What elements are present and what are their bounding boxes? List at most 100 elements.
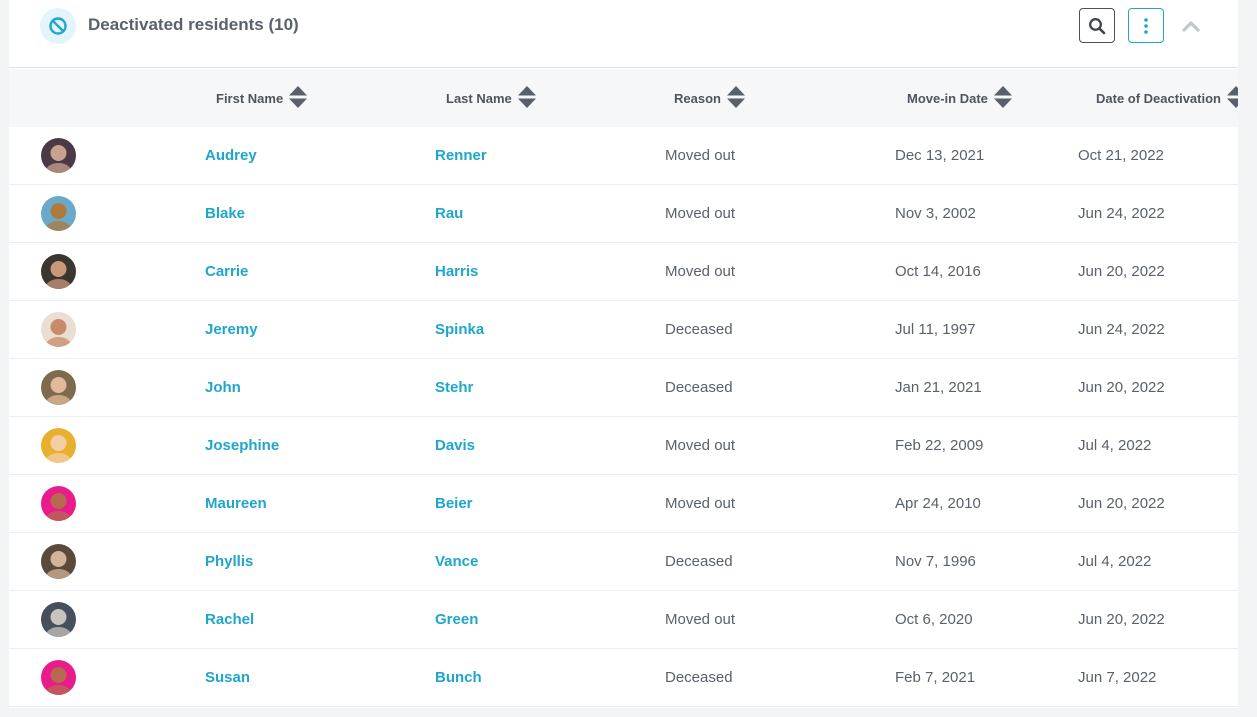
- last-name-link[interactable]: Renner: [435, 147, 487, 164]
- deactivation-date-cell: Jul 4, 2022: [1078, 553, 1152, 570]
- last-name-cell: Rau: [435, 185, 463, 242]
- last-name-cell: Spinka: [435, 301, 484, 358]
- move-in-date-cell: Oct 6, 2020: [895, 611, 973, 628]
- move-in-date-cell: Oct 14, 2016: [895, 263, 981, 280]
- collapse-button[interactable]: [1179, 15, 1203, 37]
- table-row[interactable]: Rachel Green Moved out Oct 6, 2020 Jun 2…: [9, 591, 1238, 649]
- first-name-cell: Carrie: [205, 243, 248, 300]
- table-row[interactable]: Susan Bunch Deceased Feb 7, 2021 Jun 7, …: [9, 649, 1238, 707]
- first-name-link[interactable]: Phyllis: [205, 553, 253, 570]
- first-name-link[interactable]: Jeremy: [205, 321, 258, 338]
- first-name-link[interactable]: Audrey: [205, 147, 257, 164]
- column-header-first-name[interactable]: First Name: [216, 69, 308, 127]
- avatar-cell: [41, 649, 76, 706]
- reason-cell: Moved out: [665, 205, 736, 222]
- avatar[interactable]: [41, 196, 76, 231]
- avatar[interactable]: [41, 660, 76, 695]
- table-row[interactable]: Phyllis Vance Deceased Nov 7, 1996 Jul 4…: [9, 533, 1238, 591]
- avatar[interactable]: [41, 138, 76, 173]
- last-name-link[interactable]: Green: [435, 611, 478, 628]
- sort-icon: [517, 85, 536, 112]
- first-name-link[interactable]: Carrie: [205, 263, 248, 280]
- chevron-up-icon: [1181, 19, 1201, 33]
- table-row[interactable]: Maureen Beier Moved out Apr 24, 2010 Jun…: [9, 475, 1238, 533]
- avatar[interactable]: [41, 486, 76, 521]
- last-name-link[interactable]: Bunch: [435, 669, 482, 686]
- reason-cell: Deceased: [665, 553, 733, 570]
- kebab-menu-icon: [1143, 17, 1149, 35]
- deactivation-date-cell: Jul 4, 2022: [1078, 437, 1152, 454]
- avatar-cell: [41, 243, 76, 300]
- column-header-last-name[interactable]: Last Name: [446, 69, 536, 127]
- move-in-date-cell: Jan 21, 2021: [895, 379, 982, 396]
- column-header-move-in-date[interactable]: Move-in Date: [907, 69, 1012, 127]
- sort-icon: [289, 85, 308, 112]
- reason-cell: Moved out: [665, 147, 736, 164]
- deactivation-date-cell: Jun 24, 2022: [1078, 321, 1165, 338]
- first-name-cell: Susan: [205, 649, 250, 706]
- first-name-link[interactable]: Josephine: [205, 437, 279, 454]
- panel-title: Deactivated residents (10): [88, 15, 299, 34]
- reason-cell: Moved out: [665, 611, 736, 628]
- ban-icon: [40, 8, 76, 44]
- last-name-cell: Vance: [435, 533, 478, 590]
- deactivated-residents-panel: Deactivated residents (10) First Name La…: [9, 0, 1238, 708]
- avatar[interactable]: [41, 254, 76, 289]
- table-row[interactable]: Blake Rau Moved out Nov 3, 2002 Jun 24, …: [9, 185, 1238, 243]
- last-name-link[interactable]: Beier: [435, 495, 473, 512]
- last-name-link[interactable]: Rau: [435, 205, 463, 222]
- last-name-cell: Harris: [435, 243, 478, 300]
- column-header-date-of-deactivation[interactable]: Date of Deactivation: [1096, 69, 1238, 127]
- avatar-cell: [41, 475, 76, 532]
- avatar-cell: [41, 301, 76, 358]
- deactivation-date-cell: Jun 20, 2022: [1078, 495, 1165, 512]
- first-name-cell: Phyllis: [205, 533, 253, 590]
- avatar-cell: [41, 359, 76, 416]
- move-in-date-cell: Feb 7, 2021: [895, 669, 976, 686]
- search-button[interactable]: [1079, 8, 1115, 43]
- last-name-cell: Stehr: [435, 359, 473, 416]
- avatar[interactable]: [41, 428, 76, 463]
- first-name-link[interactable]: Maureen: [205, 495, 267, 512]
- deactivation-date-cell: Oct 21, 2022: [1078, 147, 1164, 164]
- table-row[interactable]: Josephine Davis Moved out Feb 22, 2009 J…: [9, 417, 1238, 475]
- reason-cell: Deceased: [665, 379, 733, 396]
- last-name-link[interactable]: Spinka: [435, 321, 484, 338]
- table-row[interactable]: Audrey Renner Moved out Dec 13, 2021 Oct…: [9, 127, 1238, 185]
- table-row[interactable]: John Stehr Deceased Jan 21, 2021 Jun 20,…: [9, 359, 1238, 417]
- first-name-link[interactable]: John: [205, 379, 241, 396]
- avatar[interactable]: [41, 544, 76, 579]
- last-name-cell: Davis: [435, 417, 475, 474]
- move-in-date-cell: Apr 24, 2010: [895, 495, 981, 512]
- avatar[interactable]: [41, 370, 76, 405]
- table-header: First Name Last Name Reason Move-in Date…: [9, 69, 1238, 127]
- avatar[interactable]: [41, 312, 76, 347]
- move-in-date-cell: Dec 13, 2021: [895, 147, 985, 164]
- deactivation-date-cell: Jun 20, 2022: [1078, 379, 1165, 396]
- deactivation-date-cell: Jun 24, 2022: [1078, 205, 1165, 222]
- avatar-cell: [41, 533, 76, 590]
- last-name-link[interactable]: Harris: [435, 263, 478, 280]
- last-name-link[interactable]: Stehr: [435, 379, 473, 396]
- first-name-cell: Maureen: [205, 475, 267, 532]
- first-name-link[interactable]: Blake: [205, 205, 245, 222]
- more-options-button[interactable]: [1128, 8, 1164, 43]
- deactivation-date-cell: Jun 7, 2022: [1078, 669, 1157, 686]
- avatar-cell: [41, 591, 76, 648]
- last-name-link[interactable]: Davis: [435, 437, 475, 454]
- reason-cell: Moved out: [665, 263, 736, 280]
- last-name-link[interactable]: Vance: [435, 553, 478, 570]
- first-name-cell: John: [205, 359, 241, 416]
- reason-cell: Deceased: [665, 321, 733, 338]
- sort-icon: [1226, 85, 1238, 112]
- first-name-link[interactable]: Rachel: [205, 611, 254, 628]
- column-header-reason[interactable]: Reason: [674, 69, 745, 127]
- first-name-link[interactable]: Susan: [205, 669, 250, 686]
- table-row[interactable]: Carrie Harris Moved out Oct 14, 2016 Jun…: [9, 243, 1238, 301]
- search-icon: [1088, 17, 1106, 35]
- reason-cell: Moved out: [665, 495, 736, 512]
- table-row[interactable]: Jeremy Spinka Deceased Jul 11, 1997 Jun …: [9, 301, 1238, 359]
- reason-cell: Deceased: [665, 669, 733, 686]
- avatar[interactable]: [41, 602, 76, 637]
- last-name-cell: Green: [435, 591, 478, 648]
